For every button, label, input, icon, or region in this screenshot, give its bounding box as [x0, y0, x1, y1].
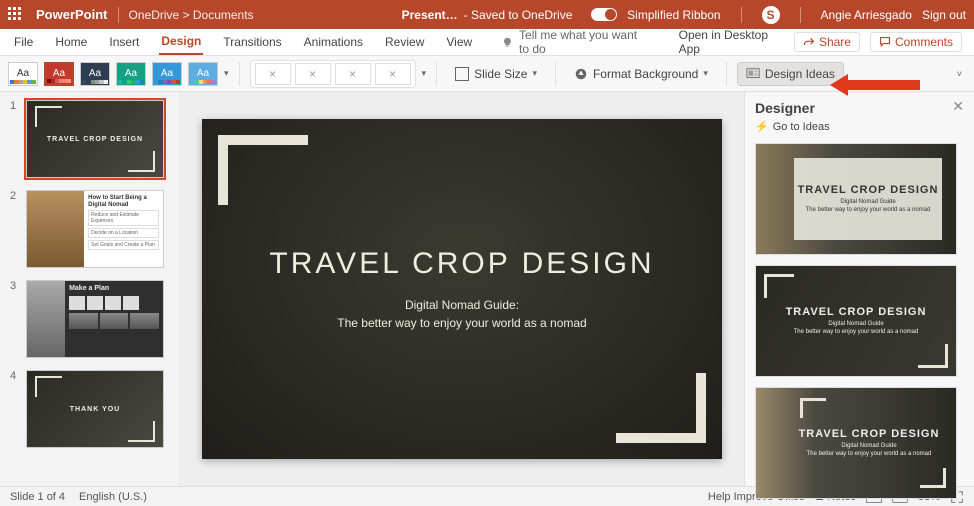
share-button[interactable]: Share — [794, 32, 860, 52]
share-icon — [803, 36, 815, 48]
slide-thumbnail-2[interactable]: How to Start Being a Digital Nomad Reduc… — [26, 190, 164, 268]
tab-review[interactable]: Review — [383, 30, 426, 54]
theme-option-3[interactable]: Aa — [80, 62, 110, 86]
tab-insert[interactable]: Insert — [107, 30, 141, 54]
tab-view[interactable]: View — [444, 30, 474, 54]
simplified-ribbon-toggle[interactable] — [591, 8, 617, 21]
title-bar: PowerPoint OneDrive > Documents Present…… — [0, 0, 974, 29]
language-status[interactable]: English (U.S.) — [79, 491, 147, 503]
design-idea-1[interactable]: TRAVEL CROP DESIGN Digital Nomad GuideTh… — [755, 143, 957, 255]
breadcrumb[interactable]: OneDrive > Documents — [129, 8, 254, 22]
tell-me-search[interactable]: Tell me what you want to do — [502, 28, 642, 56]
ribbon-tabs: File Home Insert Design Transitions Anim… — [0, 29, 974, 56]
app-name: PowerPoint — [36, 7, 108, 22]
slide-thumbnail-1[interactable]: TRAVEL CROP DESIGN — [26, 100, 164, 178]
ribbon-design: Aa Aa Aa Aa Aa Aa ▾ × × × × ▾ Slide Size… — [0, 56, 974, 92]
variant-1[interactable]: × — [255, 63, 291, 85]
current-slide[interactable]: TRAVEL CROP DESIGN Digital Nomad Guide: … — [202, 119, 722, 459]
slide-thumbnail-panel[interactable]: 1 TRAVEL CROP DESIGN 2 How to Start Bein… — [0, 92, 180, 486]
skype-icon[interactable]: S — [762, 6, 780, 24]
slide-size-icon — [455, 67, 469, 81]
slide-counter[interactable]: Slide 1 of 4 — [10, 491, 65, 503]
comment-icon — [879, 36, 891, 48]
format-background-icon — [574, 67, 588, 81]
variant-2[interactable]: × — [295, 63, 331, 85]
comments-button[interactable]: Comments — [870, 32, 962, 52]
close-icon[interactable]: ✕ — [952, 98, 964, 115]
design-ideas-button[interactable]: Design Ideas — [737, 62, 844, 86]
slide-size-button[interactable]: Slide Size▾ — [447, 63, 545, 85]
tab-animations[interactable]: Animations — [302, 30, 365, 54]
decoration-corner-tl — [218, 135, 308, 205]
thumb-number: 1 — [10, 100, 20, 178]
variant-3[interactable]: × — [335, 63, 371, 85]
go-to-ideas-link[interactable]: ⚡ Go to Ideas — [755, 120, 964, 133]
app-launcher-icon[interactable] — [8, 7, 24, 23]
user-name[interactable]: Angie Arriesgado — [821, 8, 912, 22]
variant-4[interactable]: × — [375, 63, 411, 85]
tab-file[interactable]: File — [12, 30, 35, 54]
workspace: 1 TRAVEL CROP DESIGN 2 How to Start Bein… — [0, 92, 974, 486]
theme-option-6[interactable]: Aa — [188, 62, 218, 86]
bolt-icon: ⚡ — [755, 120, 769, 133]
thumb-number: 4 — [10, 370, 20, 448]
variants-gallery: × × × × — [250, 60, 416, 88]
slide-thumbnail-3[interactable]: Make a Plan — [26, 280, 164, 358]
design-idea-3[interactable]: TRAVEL CROP DESIGN Digital Nomad GuideTh… — [755, 387, 957, 499]
themes-more[interactable]: ▾ — [224, 68, 229, 79]
slide-canvas[interactable]: TRAVEL CROP DESIGN Digital Nomad Guide: … — [180, 92, 744, 486]
variants-more[interactable]: ▾ — [422, 68, 427, 79]
simplified-ribbon-label: Simplified Ribbon — [627, 8, 720, 22]
theme-option-4[interactable]: Aa — [116, 62, 146, 86]
lightbulb-icon — [502, 36, 513, 49]
thumb-number: 3 — [10, 280, 20, 358]
theme-option-2[interactable]: Aa — [44, 62, 74, 86]
slide-thumbnail-4[interactable]: THANK YOU — [26, 370, 164, 448]
file-name[interactable]: Present… — [402, 8, 458, 22]
save-status: - Saved to OneDrive — [464, 8, 573, 22]
ribbon-collapse[interactable]: ˅ — [957, 69, 962, 79]
slide-subtitle[interactable]: Digital Nomad Guide: The better way to e… — [337, 296, 586, 332]
decoration-corner-br — [616, 373, 706, 443]
format-background-button[interactable]: Format Background▾ — [566, 63, 716, 85]
designer-pane: ✕ Designer ⚡ Go to Ideas TRAVEL CROP DES… — [744, 92, 974, 486]
sign-out-link[interactable]: Sign out — [922, 8, 966, 22]
thumb-number: 2 — [10, 190, 20, 268]
tab-home[interactable]: Home — [53, 30, 89, 54]
tab-transitions[interactable]: Transitions — [221, 30, 283, 54]
tab-design[interactable]: Design — [159, 29, 203, 55]
slide-title[interactable]: TRAVEL CROP DESIGN — [269, 246, 654, 282]
theme-option-1[interactable]: Aa — [8, 62, 38, 86]
design-ideas-icon — [746, 67, 760, 81]
designer-header: Designer — [755, 100, 964, 116]
design-idea-2[interactable]: TRAVEL CROP DESIGN Digital Nomad GuideTh… — [755, 265, 957, 377]
theme-option-5[interactable]: Aa — [152, 62, 182, 86]
